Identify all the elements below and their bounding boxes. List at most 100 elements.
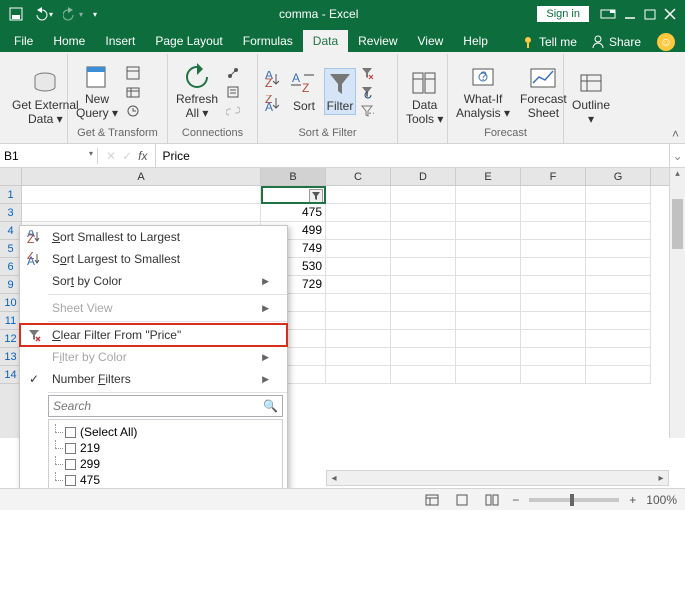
tab-help[interactable]: Help [453, 30, 498, 52]
ribbon-options-icon[interactable] [597, 5, 619, 23]
checkbox-icon[interactable] [65, 443, 76, 454]
page-break-view-icon[interactable] [482, 492, 502, 508]
checkbox-icon[interactable] [65, 475, 76, 486]
tellme-button[interactable]: Tell me [517, 32, 581, 52]
row-header-1[interactable]: 1 [0, 186, 21, 204]
show-queries-icon[interactable] [124, 64, 142, 82]
row-header-3[interactable]: 3 [0, 204, 21, 222]
cell-F5[interactable] [521, 240, 586, 258]
cell-G9[interactable] [586, 276, 651, 294]
cell-E10[interactable] [456, 294, 521, 312]
column-header-G[interactable]: G [586, 168, 651, 185]
cell-G1[interactable] [586, 186, 651, 204]
data-tools-button[interactable]: Data Tools ▾ [402, 67, 447, 127]
tab-file[interactable]: File [4, 30, 43, 52]
zoom-slider[interactable] [529, 498, 619, 502]
refresh-all-button[interactable]: Refresh All ▾ [172, 61, 222, 121]
cell-C11[interactable] [326, 312, 391, 330]
cell-C3[interactable] [326, 204, 391, 222]
cell-E4[interactable] [456, 222, 521, 240]
cell-F10[interactable] [521, 294, 586, 312]
sort-asc-icon[interactable]: AZ [262, 69, 284, 91]
tab-insert[interactable]: Insert [95, 30, 145, 52]
cell-D13[interactable] [391, 348, 456, 366]
row-header-12[interactable]: 12 [0, 330, 21, 348]
share-button[interactable]: Share [587, 32, 645, 52]
cell-D11[interactable] [391, 312, 456, 330]
cell-D6[interactable] [391, 258, 456, 276]
close-icon[interactable] [661, 5, 679, 23]
cell-C4[interactable] [326, 222, 391, 240]
cell-C13[interactable] [326, 348, 391, 366]
cell-D12[interactable] [391, 330, 456, 348]
row-header-13[interactable]: 13 [0, 348, 21, 366]
column-header-C[interactable]: C [326, 168, 391, 185]
cell-C14[interactable] [326, 366, 391, 384]
collapse-ribbon-icon[interactable]: ˄ [670, 125, 681, 143]
normal-view-icon[interactable] [422, 492, 442, 508]
cell-D14[interactable] [391, 366, 456, 384]
cell-E3[interactable] [456, 204, 521, 222]
outline-button[interactable]: Outline ▾ [568, 67, 614, 127]
cell-F6[interactable] [521, 258, 586, 276]
scroll-left-icon[interactable]: ◂ [327, 473, 341, 484]
filter-value-item[interactable]: 299 [53, 456, 278, 472]
forecast-sheet-button[interactable]: Forecast Sheet [516, 61, 571, 121]
cell-F11[interactable] [521, 312, 586, 330]
row-header-5[interactable]: 5 [0, 240, 21, 258]
save-icon[interactable] [6, 4, 26, 24]
select-all-corner[interactable] [0, 168, 22, 186]
cell-G13[interactable] [586, 348, 651, 366]
page-layout-view-icon[interactable] [452, 492, 472, 508]
edit-links-icon[interactable] [224, 102, 242, 120]
cell-G5[interactable] [586, 240, 651, 258]
formula-bar[interactable]: Price [155, 144, 669, 167]
cell-F12[interactable] [521, 330, 586, 348]
cell-E1[interactable] [456, 186, 521, 204]
filter-value-item[interactable]: (Select All) [53, 424, 278, 440]
cell-G11[interactable] [586, 312, 651, 330]
zoom-in-icon[interactable]: + [629, 493, 636, 507]
zoom-out-icon[interactable]: − [512, 493, 519, 507]
row-header-6[interactable]: 6 [0, 258, 21, 276]
clear-filter-icon[interactable] [358, 64, 376, 82]
cell-F1[interactable] [521, 186, 586, 204]
reapply-filter-icon[interactable] [358, 83, 376, 101]
properties-icon[interactable] [224, 83, 242, 101]
recent-sources-icon[interactable] [124, 102, 142, 120]
row-header-14[interactable]: 14 [0, 366, 21, 384]
row-header-4[interactable]: 4 [0, 222, 21, 240]
expand-formula-bar-icon[interactable]: ⌄ [669, 144, 685, 167]
new-query-button[interactable]: New Query ▾ [72, 61, 122, 121]
cell-F13[interactable] [521, 348, 586, 366]
cell-D10[interactable] [391, 294, 456, 312]
signin-button[interactable]: Sign in [537, 6, 589, 22]
column-header-B[interactable]: B [261, 168, 326, 185]
cell-D4[interactable] [391, 222, 456, 240]
cell-E5[interactable] [456, 240, 521, 258]
cell-G4[interactable] [586, 222, 651, 240]
qat-customize-icon[interactable]: ▾ [90, 7, 100, 22]
fx-icon[interactable]: fx [138, 149, 147, 163]
column-header-E[interactable]: E [456, 168, 521, 185]
cell-E6[interactable] [456, 258, 521, 276]
connections-icon[interactable] [224, 64, 242, 82]
undo-icon[interactable]: ▾ [30, 4, 56, 24]
cell-A3[interactable] [22, 204, 261, 222]
cell-C6[interactable] [326, 258, 391, 276]
filter-dropdown-icon[interactable] [309, 189, 323, 203]
cell-E12[interactable] [456, 330, 521, 348]
cell-B1[interactable] [261, 186, 326, 204]
cell-C9[interactable] [326, 276, 391, 294]
cell-D1[interactable] [391, 186, 456, 204]
column-header-D[interactable]: D [391, 168, 456, 185]
menu-sort-desc[interactable]: ZASort Largest to Smallest [20, 248, 287, 270]
cell-F4[interactable] [521, 222, 586, 240]
row-header-10[interactable]: 10 [0, 294, 21, 312]
menu-clear-filter[interactable]: Clear Filter From "Price" [20, 324, 287, 346]
whatif-analysis-button[interactable]: ?What-If Analysis ▾ [452, 61, 514, 121]
cell-B3[interactable]: 475 [261, 204, 326, 222]
cell-G3[interactable] [586, 204, 651, 222]
cell-G10[interactable] [586, 294, 651, 312]
menu-sort-asc[interactable]: AZSort Smallest to Largest [20, 226, 287, 248]
